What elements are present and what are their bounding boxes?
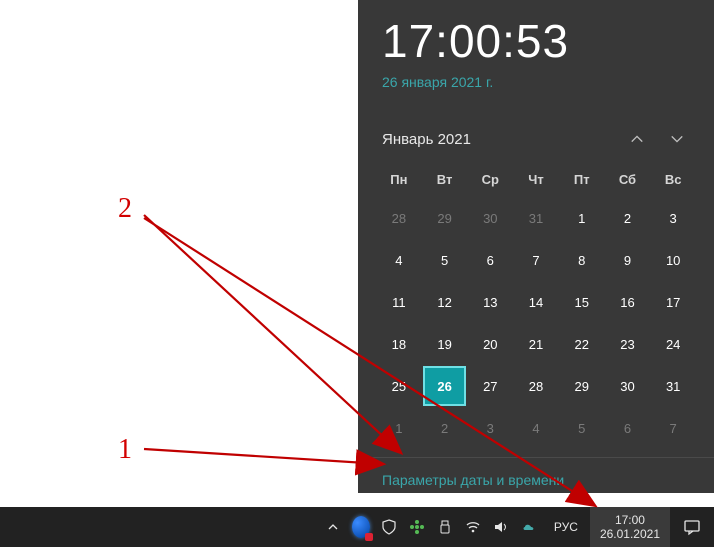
volume-icon[interactable]	[492, 518, 510, 536]
calendar-day[interactable]: 10	[651, 240, 695, 280]
calendar-day[interactable]: 21	[514, 324, 558, 364]
calendar-day[interactable]: 15	[560, 282, 604, 322]
flower-icon	[409, 519, 425, 535]
action-center-button[interactable]	[670, 507, 714, 547]
calendar-day[interactable]: 22	[560, 324, 604, 364]
usb-eject-icon[interactable]	[436, 518, 454, 536]
chevron-up-icon	[328, 522, 338, 532]
calendar-day[interactable]: 28	[514, 366, 558, 406]
calendar-day[interactable]: 24	[651, 324, 695, 364]
calendar-day[interactable]: 2	[606, 198, 650, 238]
calendar-day[interactable]: 13	[468, 282, 512, 322]
annotation-label-1: 1	[118, 434, 132, 466]
next-month-button[interactable]	[660, 122, 694, 156]
chevron-up-icon	[630, 132, 644, 146]
calendar-day[interactable]: 25	[377, 366, 421, 406]
calendar-day[interactable]: 29	[560, 366, 604, 406]
calendar-day[interactable]: 8	[560, 240, 604, 280]
clock-block: 17:00:53 26 января 2021 г.	[358, 0, 714, 98]
calendar-day[interactable]: 12	[423, 282, 467, 322]
calendar-day[interactable]: 14	[514, 282, 558, 322]
calendar-day[interactable]: 16	[606, 282, 650, 322]
calendar-day[interactable]: 30	[468, 198, 512, 238]
cortana-icon[interactable]	[352, 518, 370, 536]
calendar-day[interactable]: 1	[377, 408, 421, 448]
month-header: Январь 2021	[358, 110, 714, 162]
wifi-icon	[465, 519, 481, 535]
calendar-day[interactable]: 7	[514, 240, 558, 280]
calendar-day[interactable]: 3	[651, 198, 695, 238]
flyout-time: 17:00:53	[382, 14, 690, 68]
calendar-dow: Вт	[422, 166, 468, 197]
date-time-flyout: 17:00:53 26 января 2021 г. Январь 2021 П…	[358, 0, 714, 493]
calendar-day[interactable]: 5	[423, 240, 467, 280]
network-icon[interactable]	[464, 518, 482, 536]
calendar-day[interactable]: 29	[423, 198, 467, 238]
taskbar-clock-date: 26.01.2021	[600, 527, 660, 541]
taskbar-clock[interactable]: 17:00 26.01.2021	[590, 507, 670, 547]
calendar-day[interactable]: 2	[423, 408, 467, 448]
security-icon[interactable]	[380, 518, 398, 536]
calendar-day[interactable]: 31	[651, 366, 695, 406]
calendar-day[interactable]: 6	[606, 408, 650, 448]
calendar-dow: Чт	[513, 166, 559, 197]
calendar-day[interactable]: 7	[651, 408, 695, 448]
calendar-day[interactable]: 4	[514, 408, 558, 448]
notification-icon	[683, 518, 701, 536]
taskbar: РУС 17:00 26.01.2021	[0, 507, 714, 547]
calendar-day[interactable]: 20	[468, 324, 512, 364]
calendar-day[interactable]: 3	[468, 408, 512, 448]
calendar-day[interactable]: 26	[423, 366, 467, 406]
calendar-day[interactable]: 19	[423, 324, 467, 364]
calendar-day[interactable]: 5	[560, 408, 604, 448]
input-language[interactable]: РУС	[548, 520, 584, 534]
calendar-day[interactable]: 30	[606, 366, 650, 406]
calendar-day[interactable]: 27	[468, 366, 512, 406]
calendar-dow: Ср	[467, 166, 513, 197]
prev-month-button[interactable]	[620, 122, 654, 156]
tray-overflow-button[interactable]	[324, 518, 342, 536]
calendar-dow: Пт	[559, 166, 605, 197]
taskbar-clock-time: 17:00	[600, 513, 660, 527]
calendar-day[interactable]: 17	[651, 282, 695, 322]
calendar-day[interactable]: 28	[377, 198, 421, 238]
calendar-day[interactable]: 11	[377, 282, 421, 322]
calendar-day[interactable]: 18	[377, 324, 421, 364]
calendar-dow: Пн	[376, 166, 422, 197]
calendar-day[interactable]: 1	[560, 198, 604, 238]
annotation-label-2: 2	[118, 193, 132, 225]
flyout-date-long[interactable]: 26 января 2021 г.	[382, 74, 690, 90]
shield-icon	[381, 519, 397, 535]
usb-icon	[437, 519, 453, 535]
app-tray-icon[interactable]	[408, 518, 426, 536]
system-tray: РУС	[324, 507, 590, 547]
month-label[interactable]: Январь 2021	[382, 131, 614, 148]
onedrive-icon[interactable]	[520, 518, 538, 536]
calendar-day[interactable]: 9	[606, 240, 650, 280]
chevron-down-icon	[670, 132, 684, 146]
assistant-orb-icon	[352, 516, 370, 538]
cloud-icon	[521, 519, 537, 535]
calendar-day[interactable]: 31	[514, 198, 558, 238]
calendar-day[interactable]: 6	[468, 240, 512, 280]
calendar-grid: ПнВтСрЧтПтСбВс 2829303112345678910111213…	[358, 162, 714, 457]
calendar-day[interactable]: 23	[606, 324, 650, 364]
calendar-dow: Вс	[650, 166, 696, 197]
calendar-dow: Сб	[605, 166, 651, 197]
calendar-day[interactable]: 4	[377, 240, 421, 280]
speaker-icon	[493, 519, 509, 535]
date-time-settings-link[interactable]: Параметры даты и времени	[358, 457, 714, 502]
